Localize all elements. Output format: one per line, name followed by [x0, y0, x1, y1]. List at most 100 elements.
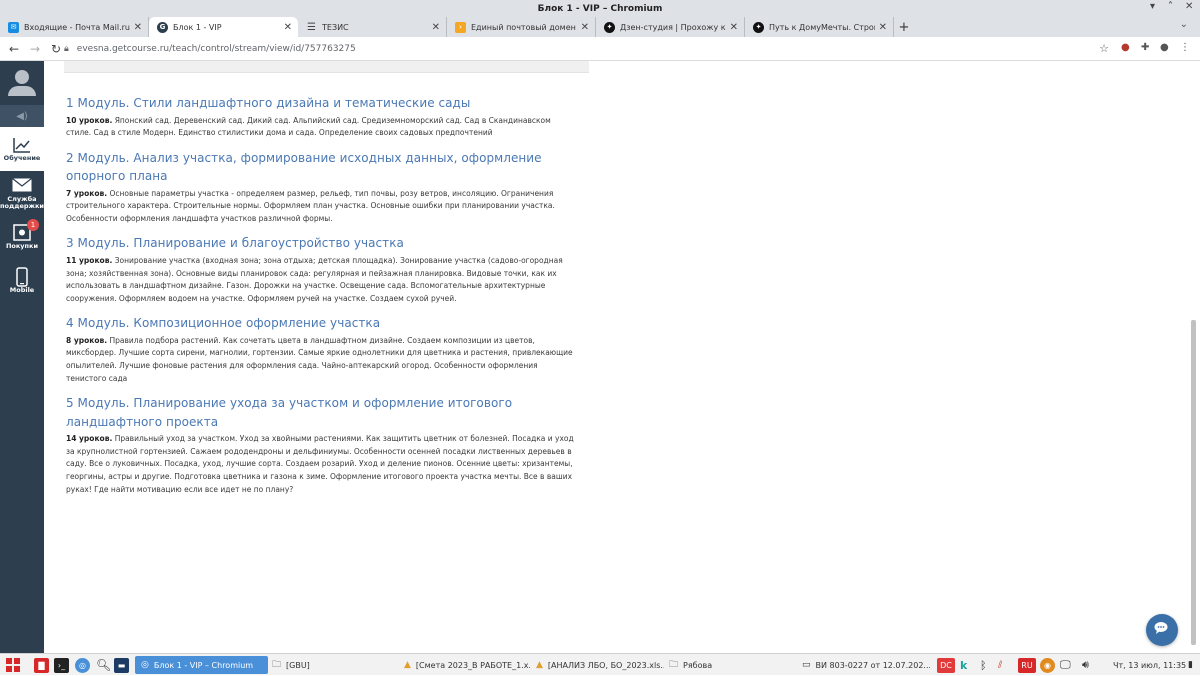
url-field[interactable]: 🔒︎ evesna.getcourse.ru/teach/control/str… — [64, 40, 1114, 58]
close-icon[interactable]: ✕ — [581, 22, 589, 33]
close-icon[interactable]: ✕ — [879, 22, 887, 33]
close-icon[interactable]: ✕ — [432, 22, 440, 33]
module-list: 1 Модуль. Стили ландшафтного дизайна и т… — [66, 94, 578, 505]
tab-mail[interactable]: ✉ Входящие - Почта Mail.ru ✕ — [0, 17, 149, 37]
module-description: 11 уроков. Зонирование участка (входная … — [66, 255, 578, 305]
module-title-link[interactable]: 4 Модуль. Композиционное оформление учас… — [66, 314, 578, 333]
tab-dzen-studio[interactable]: ✦ Дзен-студия | Прохожу курс ✕ — [596, 17, 745, 37]
search-icon[interactable]: 🔍︎ — [96, 654, 111, 676]
show-desktop-icon[interactable]: ▮ — [1188, 654, 1193, 676]
close-icon[interactable]: ✕ — [284, 22, 292, 33]
sidebar-item-label: Покупки — [5, 242, 38, 250]
tab-search-icon[interactable]: ⌄ — [1180, 19, 1188, 30]
taskbar-ryabova[interactable]: 🗀 Рябова — [669, 654, 712, 676]
tray-k-icon[interactable]: k — [960, 654, 967, 676]
sidebar-item-learning[interactable]: Обучение — [0, 127, 44, 171]
os-taskbar: ▇ ›_ ◎ 🔍︎ ▬ ◎ Блок 1 - VIP – Chromium 🗀 … — [0, 653, 1200, 675]
sidebar-item-support[interactable]: Служба поддержки — [0, 171, 44, 215]
envelope-icon — [12, 177, 32, 194]
forward-icon[interactable]: → — [28, 42, 42, 56]
volume-icon[interactable]: 🔊︎ — [1082, 654, 1089, 676]
tab-tezis[interactable]: ☰ ТЕЗИС ✕ — [298, 17, 447, 37]
module-title-link[interactable]: 5 Модуль. Планирование ухода за участком… — [66, 394, 578, 431]
header-panel — [64, 61, 589, 73]
module-item: 3 Модуль. Планирование и благоустройство… — [66, 234, 578, 305]
module-lesson-count: 7 уроков. — [66, 188, 108, 198]
bookmark-star-icon[interactable]: ☆ — [1099, 42, 1109, 55]
mobile-icon — [12, 266, 32, 287]
new-tab-button[interactable]: + — [894, 17, 914, 37]
lang-label: RU — [1018, 657, 1036, 673]
bluetooth-icon[interactable]: ᛒ — [980, 654, 987, 676]
lock-icon[interactable]: 🔒︎ — [64, 44, 69, 54]
close-icon[interactable]: ✕ — [730, 22, 738, 33]
tab-label: ТЕЗИС — [322, 22, 349, 32]
tab-dream-house[interactable]: ✦ Путь к ДомуМечты. Строй ✕ — [745, 17, 894, 37]
window-title: Блок 1 - VIP – Chromium — [537, 3, 663, 14]
file-manager-icon[interactable]: ▇ — [34, 654, 49, 676]
spreadsheet-icon: ▲ — [536, 660, 543, 670]
module-lesson-count: 11 уроков. — [66, 255, 113, 265]
tray-dc-icon[interactable]: DC — [937, 654, 955, 676]
chat-button[interactable] — [1146, 614, 1178, 646]
taskbar-window-label: [Смета 2023_В РАБОТЕ_1.x... — [415, 660, 530, 670]
taskbar-smeta[interactable]: ▲ [Смета 2023_В РАБОТЕ_1.x... — [404, 654, 530, 676]
more-menu-icon[interactable]: ⋮ — [1180, 42, 1190, 53]
getcourse-icon: G — [157, 21, 168, 33]
module-desc-text: Основные параметры участка - определяем … — [66, 188, 555, 223]
module-title-link[interactable]: 1 Модуль. Стили ландшафтного дизайна и т… — [66, 94, 578, 113]
taskbar-window-label: [GBU] — [286, 660, 310, 670]
module-item: 4 Модуль. Композиционное оформление учас… — [66, 314, 578, 385]
tray-app-icon[interactable]: ⫽ — [998, 654, 1002, 676]
url-text: evesna.getcourse.ru/teach/control/stream… — [76, 43, 356, 54]
tab-strip: ✉ Входящие - Почта Mail.ru ✕ G Блок 1 - … — [0, 17, 1200, 37]
taskbar-gbu[interactable]: 🗀 [GBU] — [272, 654, 310, 676]
reload-icon[interactable]: ↻ — [49, 42, 63, 56]
display-icon[interactable]: 🖵︎ — [1060, 654, 1071, 676]
module-desc-text: Зонирование участка (входная зона; зона … — [66, 255, 563, 303]
taskbar-window-label: ВИ 803-0227 от 12.07.202... — [815, 660, 930, 670]
module-item: 1 Модуль. Стили ландшафтного дизайна и т… — [66, 94, 578, 140]
back-icon[interactable]: ← — [7, 42, 21, 56]
extension-icon[interactable]: ● — [1121, 42, 1130, 53]
taskbar-analiz[interactable]: ▲ [АНАЛИЗ ЛБО, БО_2023.xls... — [536, 654, 664, 676]
taskbar-chromium-window[interactable]: ◎ Блок 1 - VIP – Chromium — [135, 656, 268, 674]
tab-block1-vip[interactable]: G Блок 1 - VIP ✕ — [149, 17, 298, 37]
sidebar-item-mobile[interactable]: Mobile — [0, 259, 44, 303]
module-desc-text: Японский сад. Деревенский сад. Дикий сад… — [66, 115, 551, 138]
module-description: 14 уроков. Правильный уход за участком. … — [66, 433, 578, 496]
browser-launcher-icon[interactable]: ◎ — [75, 654, 90, 676]
module-title-link[interactable]: 2 Модуль. Анализ участка, формирование и… — [66, 149, 578, 186]
puzzle-icon[interactable]: ✚ — [1141, 42, 1149, 53]
terminal-icon[interactable]: ›_ — [54, 654, 69, 676]
taskbar-vi-803[interactable]: ▭ ВИ 803-0227 от 12.07.202... — [802, 654, 930, 676]
minimize-icon[interactable]: ▾ — [1150, 1, 1155, 12]
tab-yandex-domain[interactable]: › Единый почтовый домен Ян ✕ — [447, 17, 596, 37]
module-item: 2 Модуль. Анализ участка, формирование и… — [66, 149, 578, 226]
keyboard-layout-indicator[interactable]: RU — [1018, 654, 1036, 676]
dzen-icon: ✦ — [604, 21, 615, 33]
tab-label: Блок 1 - VIP — [173, 22, 222, 32]
desktop-icon[interactable]: ▬ — [114, 654, 129, 676]
page-scrollbar[interactable] — [1191, 320, 1196, 645]
avatar[interactable] — [0, 61, 44, 105]
tab-label: Дзен-студия | Прохожу курс — [620, 22, 726, 32]
document-icon: ▭ — [802, 660, 811, 670]
taskbar-window-label: Блок 1 - VIP – Chromium — [153, 660, 254, 670]
chart-icon — [12, 136, 32, 153]
sidebar-item-label: Обучение — [3, 154, 41, 162]
close-window-icon[interactable]: ✕ — [1185, 1, 1193, 12]
sidebar-item-purchases[interactable]: 1 Покупки — [0, 215, 44, 259]
module-desc-text: Правила подбора растений. Как сочетать ц… — [66, 335, 573, 383]
tab-label: Входящие - Почта Mail.ru — [24, 22, 130, 32]
sound-icon[interactable]: ◀︎) — [0, 105, 44, 127]
close-icon[interactable]: ✕ — [134, 22, 142, 33]
restore-icon[interactable]: ˄ — [1168, 1, 1173, 12]
clock[interactable]: Чт, 13 июл, 11:35 — [1113, 654, 1186, 676]
start-menu-icon[interactable] — [6, 654, 20, 676]
mail-icon: ✉ — [8, 21, 19, 33]
tray-update-icon[interactable]: ◉ — [1040, 654, 1055, 676]
module-title-link[interactable]: 3 Модуль. Планирование и благоустройство… — [66, 234, 578, 253]
profile-icon[interactable]: ● — [1160, 42, 1169, 53]
taskbar-window-label: [АНАЛИЗ ЛБО, БО_2023.xls... — [547, 660, 664, 670]
